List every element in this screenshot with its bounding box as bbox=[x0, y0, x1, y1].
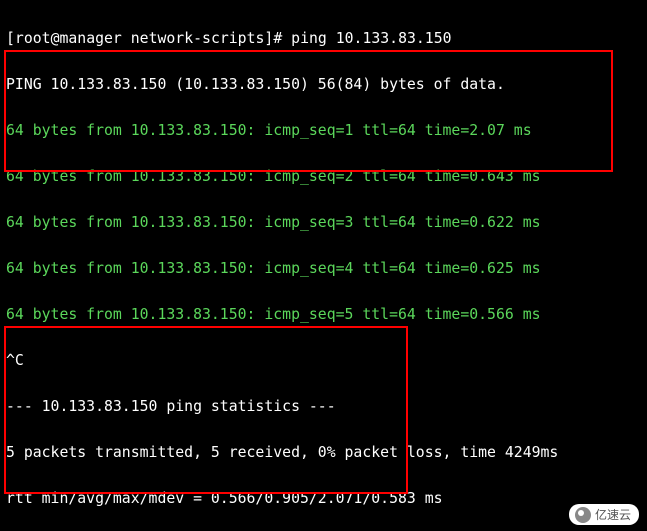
ping-stats-line: rtt min/avg/max/mdev = 0.566/0.905/2.071… bbox=[6, 487, 641, 510]
prompt-line-1: [root@manager network-scripts]# ping 10.… bbox=[6, 27, 641, 50]
ping-interrupt: ^C bbox=[6, 349, 641, 372]
prompt-user: root bbox=[15, 30, 51, 47]
prompt-suffix: # bbox=[273, 30, 282, 47]
ping-reply: 64 bytes from 10.133.83.150: icmp_seq=1 … bbox=[6, 119, 641, 142]
prompt-cwd: network-scripts bbox=[131, 30, 265, 47]
ping-reply: 64 bytes from 10.133.83.150: icmp_seq=2 … bbox=[6, 165, 641, 188]
highlight-box-ping bbox=[4, 50, 613, 172]
ping-reply: 64 bytes from 10.133.83.150: icmp_seq=4 … bbox=[6, 257, 641, 280]
ping-reply: 64 bytes from 10.133.83.150: icmp_seq=5 … bbox=[6, 303, 641, 326]
ping-reply: 64 bytes from 10.133.83.150: icmp_seq=3 … bbox=[6, 211, 641, 234]
watermark-text: 亿速云 bbox=[595, 506, 631, 523]
watermark-badge: 亿速云 bbox=[569, 504, 639, 525]
prompt-host: manager bbox=[59, 30, 121, 47]
terminal-output[interactable]: [root@manager network-scripts]# ping 10.… bbox=[0, 0, 647, 531]
ping-stats-line: 5 packets transmitted, 5 received, 0% pa… bbox=[6, 441, 641, 464]
ping-stats-header: --- 10.133.83.150 ping statistics --- bbox=[6, 395, 641, 418]
ping-header: PING 10.133.83.150 (10.133.83.150) 56(84… bbox=[6, 73, 641, 96]
watermark-logo-icon bbox=[575, 507, 591, 523]
command-ping: ping 10.133.83.150 bbox=[291, 30, 451, 47]
